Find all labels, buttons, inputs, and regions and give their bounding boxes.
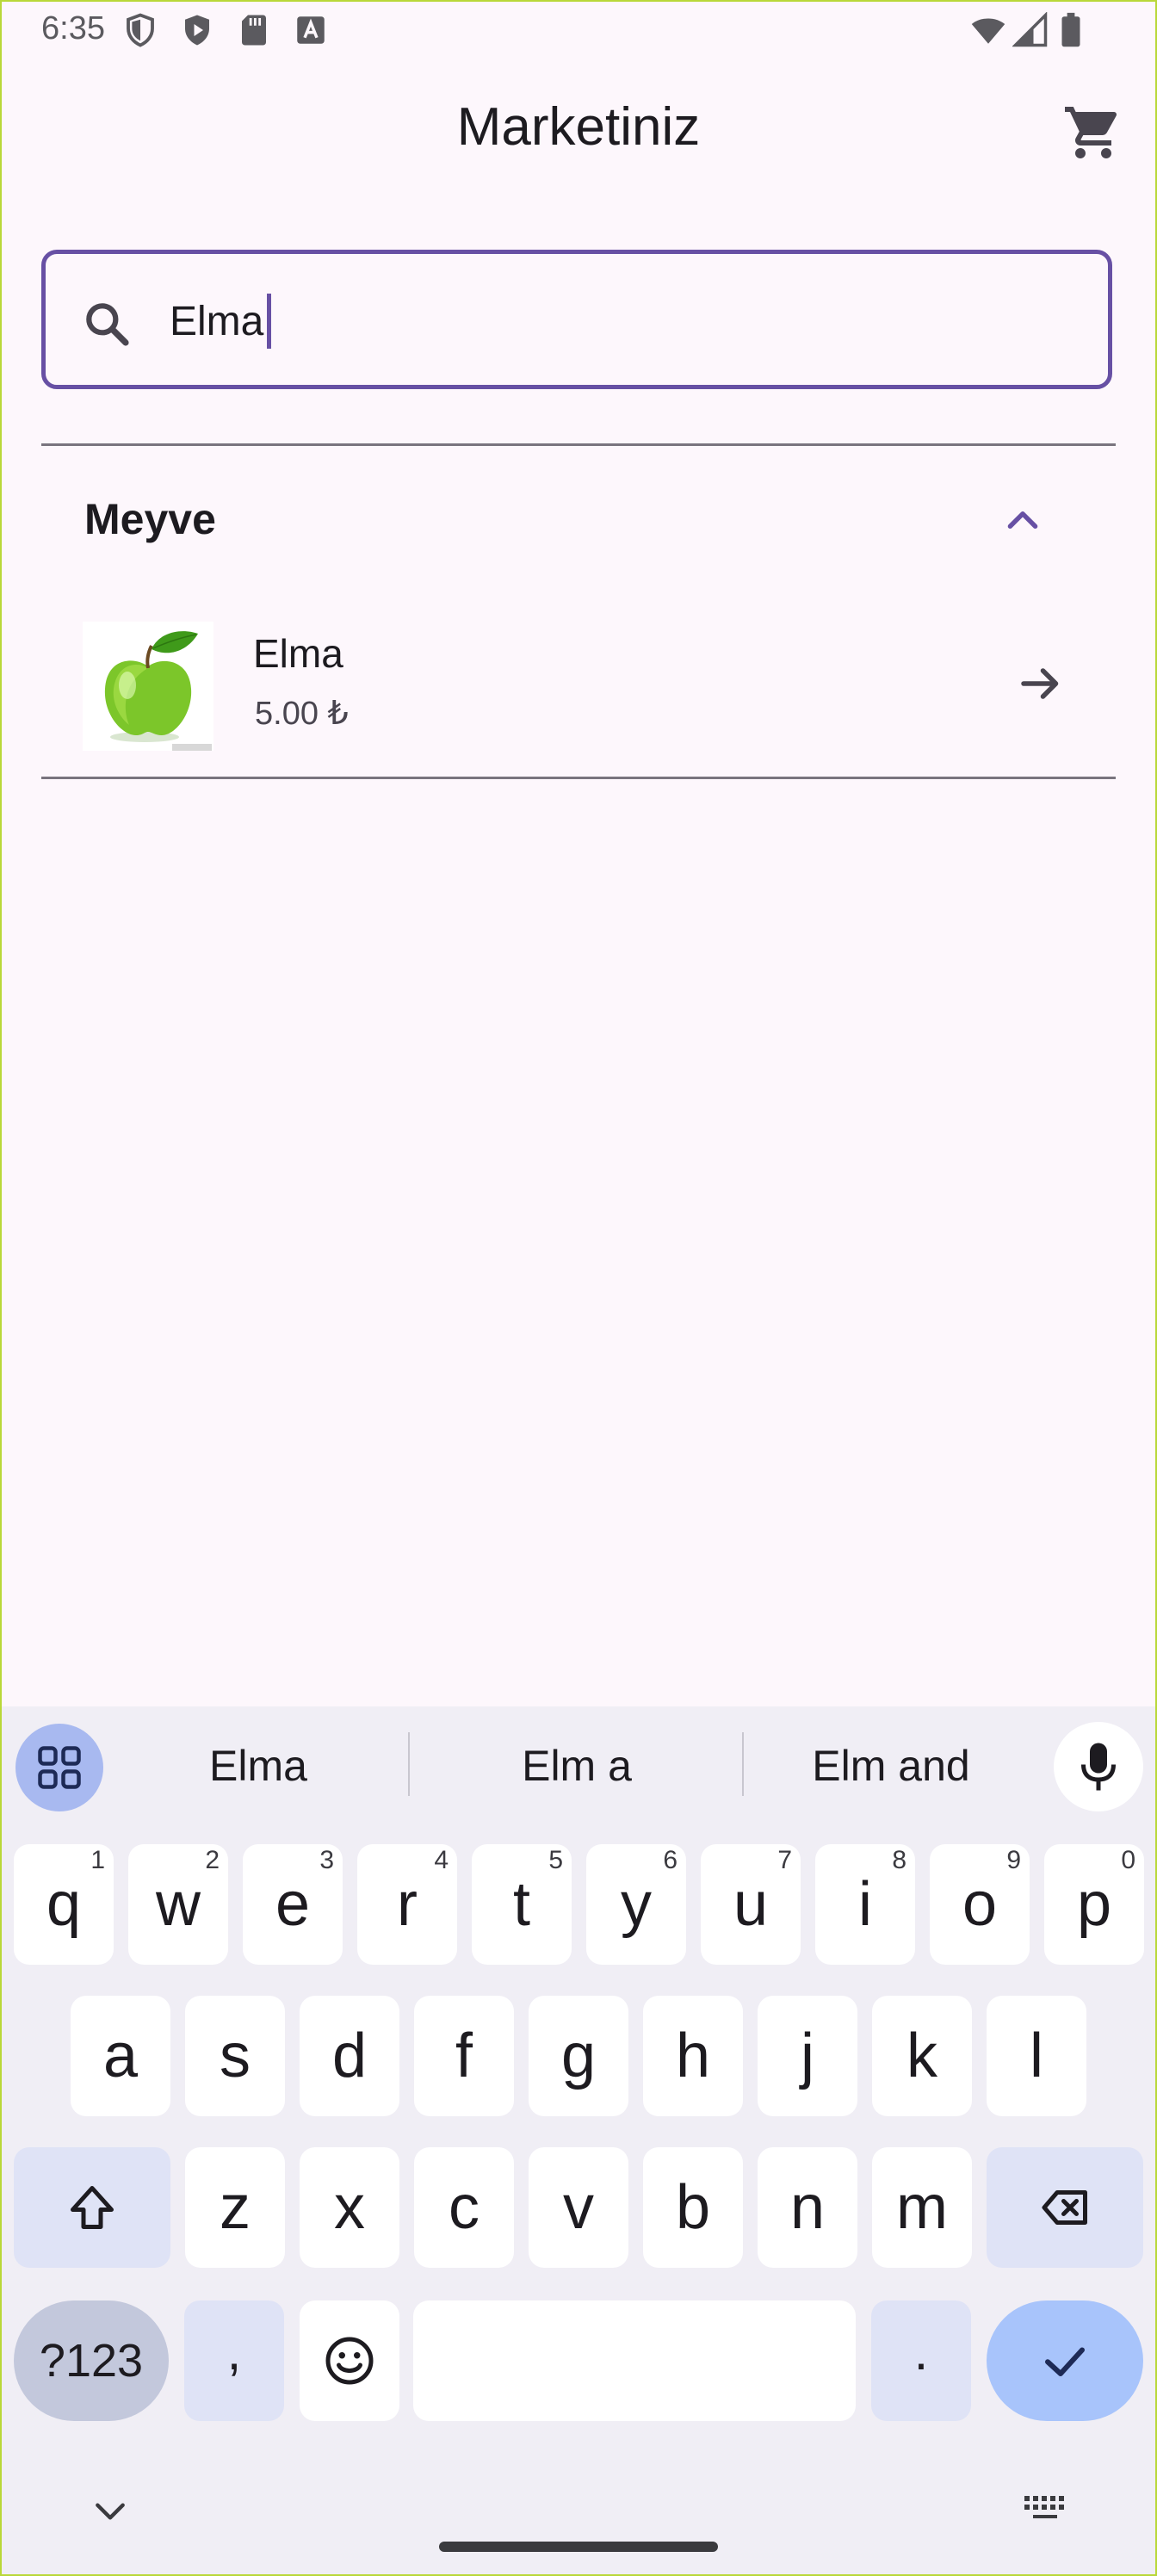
font-a-icon <box>293 12 329 48</box>
wifi-icon <box>968 12 1009 48</box>
chevron-up-icon <box>1007 511 1038 529</box>
microphone-icon <box>1081 1743 1116 1791</box>
category-collapse-button[interactable] <box>999 498 1047 541</box>
key-w[interactable]: w2 <box>128 1844 228 1965</box>
battery-icon <box>1057 12 1085 48</box>
key-u[interactable]: u7 <box>701 1844 801 1965</box>
product-image <box>83 622 213 751</box>
backspace-key[interactable] <box>987 2147 1143 2268</box>
suggestion-separator <box>742 1732 744 1796</box>
keyboard-icon <box>1024 2496 1064 2518</box>
comma-key[interactable]: , <box>184 2300 284 2421</box>
arrow-right-icon <box>1021 668 1059 699</box>
key-b[interactable]: b <box>643 2147 743 2268</box>
key-a[interactable]: a <box>71 1996 170 2116</box>
cart-button[interactable] <box>1062 102 1124 164</box>
key-n[interactable]: n <box>758 2147 857 2268</box>
space-key[interactable] <box>413 2300 856 2421</box>
product-price: 5.00 ₺ <box>255 696 349 732</box>
text-cursor <box>267 294 272 349</box>
divider-bottom <box>41 777 1116 779</box>
key-d[interactable]: d <box>300 1996 399 2116</box>
voice-input-button[interactable] <box>1054 1722 1143 1811</box>
emoji-icon <box>325 2337 374 2385</box>
key-x[interactable]: x <box>300 2147 399 2268</box>
suggestion-2[interactable]: Elm a <box>456 1741 697 1791</box>
shield-icon <box>122 12 158 48</box>
key-e[interactable]: e3 <box>243 1844 343 1965</box>
emoji-key[interactable] <box>300 2300 399 2421</box>
key-c[interactable]: c <box>414 2147 514 2268</box>
key-h[interactable]: h <box>643 1996 743 2116</box>
key-j[interactable]: j <box>758 1996 857 2116</box>
search-value: Elma <box>170 298 264 344</box>
chevron-down-icon <box>96 2503 125 2520</box>
shopping-cart-icon <box>1065 107 1117 158</box>
key-k[interactable]: k <box>872 1996 972 2116</box>
key-l[interactable]: l <box>987 1996 1086 2116</box>
sd-card-icon <box>236 12 272 48</box>
status-bar: 6:35 <box>0 0 1157 62</box>
product-open-button[interactable] <box>1012 658 1069 709</box>
suggestion-separator <box>408 1732 410 1796</box>
shift-icon <box>71 2186 114 2229</box>
list-item[interactable]: Elma 5.00 ₺ <box>41 603 1116 766</box>
key-t[interactable]: t5 <box>472 1844 572 1965</box>
search-icon <box>80 297 133 350</box>
key-i[interactable]: i8 <box>815 1844 915 1965</box>
key-r[interactable]: r4 <box>357 1844 457 1965</box>
symbols-key[interactable]: ?123 <box>14 2300 169 2421</box>
apps-grid-icon <box>38 1746 81 1789</box>
key-p[interactable]: p0 <box>1044 1844 1144 1965</box>
page-title: Marketiniz <box>456 97 701 157</box>
status-time: 6:35 <box>41 10 105 46</box>
key-g[interactable]: g <box>529 1996 628 2116</box>
key-q[interactable]: q1 <box>14 1844 114 1965</box>
hide-keyboard-button[interactable] <box>91 2499 129 2524</box>
done-key[interactable] <box>987 2300 1143 2421</box>
key-m[interactable]: m <box>872 2147 972 2268</box>
suggestion-3[interactable]: Elm and <box>775 1741 1007 1791</box>
key-o[interactable]: o9 <box>930 1844 1030 1965</box>
on-screen-keyboard: Elma Elm a Elm and q1 w2 e3 r4 t5 y6 u7 … <box>0 1706 1157 2576</box>
play-protect-icon <box>179 12 215 48</box>
key-y[interactable]: y6 <box>586 1844 686 1965</box>
key-s[interactable]: s <box>185 1996 285 2116</box>
key-f[interactable]: f <box>414 1996 514 2116</box>
suggestion-1[interactable]: Elma <box>138 1741 379 1791</box>
backspace-icon <box>1042 2190 1087 2225</box>
search-field-value: Elma <box>170 294 272 349</box>
category-title: Meyve <box>84 495 216 543</box>
shift-key[interactable] <box>14 2147 170 2268</box>
keyboard-apps-button[interactable] <box>15 1724 103 1811</box>
home-indicator[interactable] <box>439 2542 718 2552</box>
switch-keyboard-button[interactable] <box>1023 2493 1067 2523</box>
key-v[interactable]: v <box>529 2147 628 2268</box>
divider-top <box>41 443 1116 446</box>
key-z[interactable]: z <box>185 2147 285 2268</box>
checkmark-icon <box>1045 2347 1085 2376</box>
product-name: Elma <box>253 631 343 676</box>
period-key[interactable]: . <box>871 2300 971 2421</box>
cell-signal-icon <box>1012 11 1049 48</box>
search-input[interactable]: Elma <box>41 250 1112 389</box>
